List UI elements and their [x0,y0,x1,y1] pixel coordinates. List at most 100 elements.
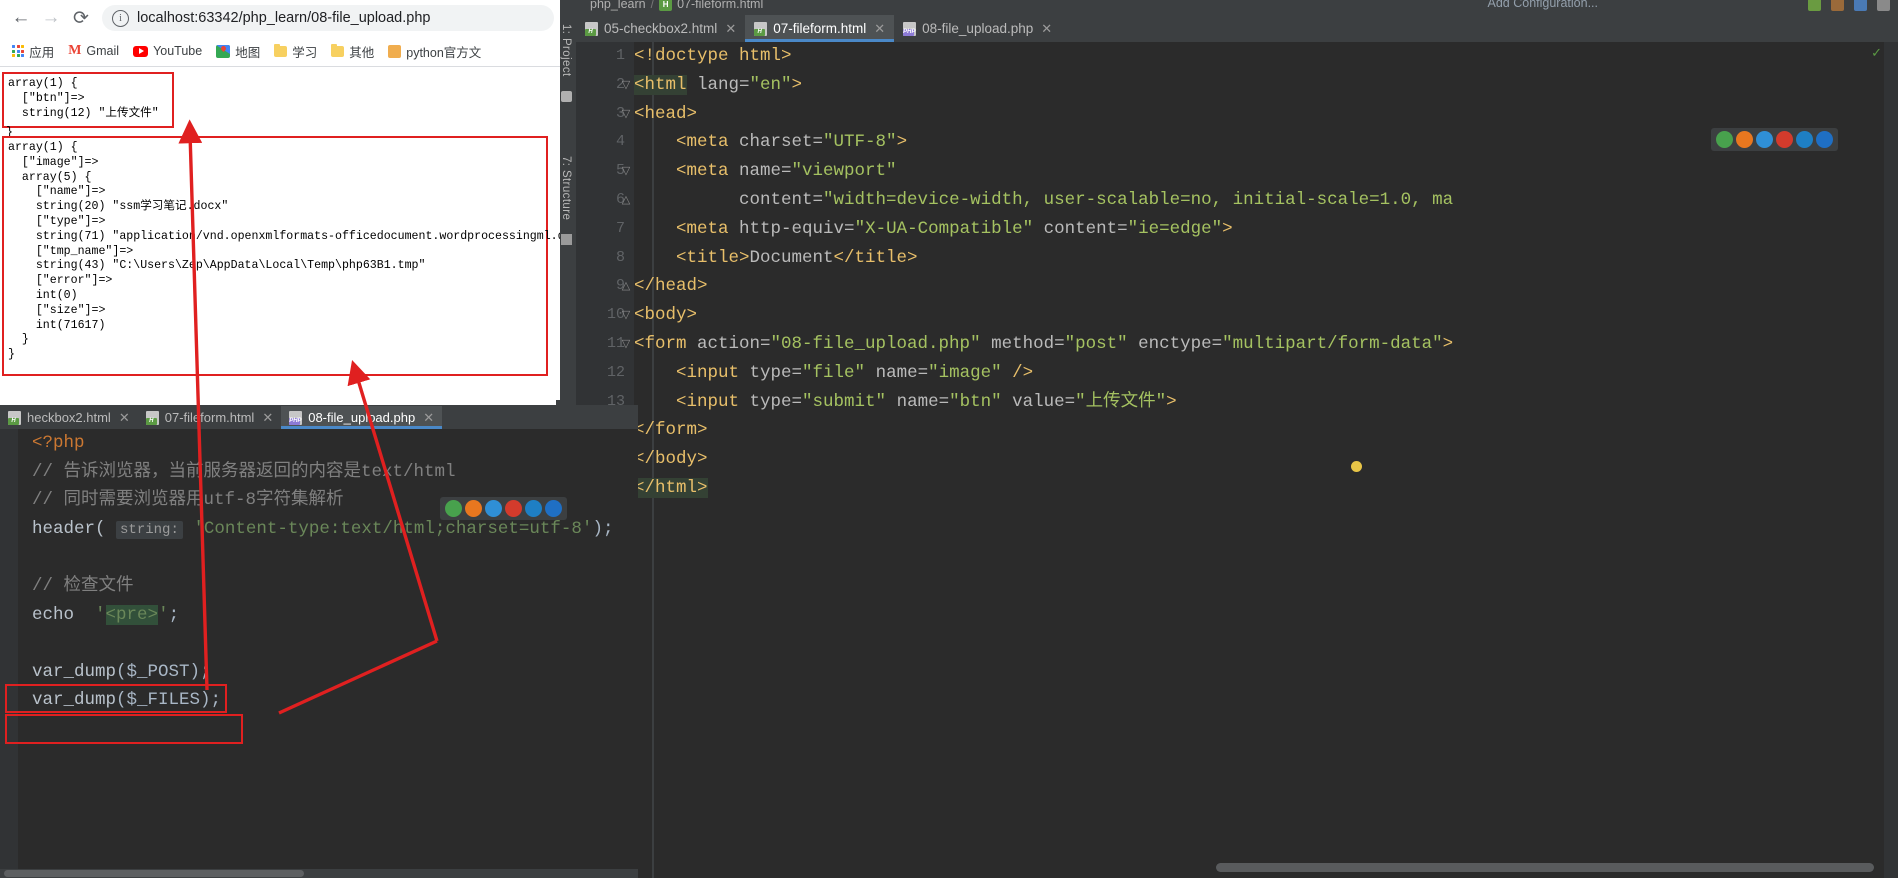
code-line[interactable]: content="width=device-width, user-scalab… [634,186,1898,215]
tab-label: 07-fileform.html [164,410,255,425]
php-code-line[interactable]: echo '<pre>'; [18,601,638,630]
opera-icon[interactable] [1776,131,1793,148]
bookmark-item-0[interactable]: 应用 [6,39,60,64]
files-dump-text: array(1) { ["image"]=> array(5) { ["name… [8,141,560,362]
bookmark-label: 学习 [292,45,318,60]
code-line[interactable]: <meta charset="UTF-8"> [634,128,1898,157]
code-fold-icon[interactable]: ▽ [620,330,632,359]
code-line[interactable]: <html lang="en"> [634,71,1898,100]
editor-tab-bar: H 05-checkbox2.html ✕ H 07-fileform.html ✕ PHP… [576,14,1898,42]
code-fold-icon[interactable]: △ [620,272,632,301]
code-line[interactable]: <title>Document</title> [634,244,1898,273]
code-line[interactable]: </html> [634,474,1898,503]
firefox-icon[interactable] [465,500,482,517]
add-configuration-button[interactable]: Add Configuration... [1488,0,1599,10]
chrome-browser-window: ← → ⟳ i localhost:63342/php_learn/08-fil… [0,0,560,400]
ie-icon[interactable] [545,500,562,517]
address-bar[interactable]: i localhost:63342/php_learn/08-file_uplo… [102,5,554,31]
run-icon[interactable] [1808,0,1821,11]
php-code-editor[interactable]: <?php// 告诉浏览器，当前服务器返回的内容是text/html// 同时需… [0,429,638,878]
bookmark-item-5[interactable]: 其他 [325,39,380,64]
editor-tab-0[interactable]: H 05-checkbox2.html ✕ [576,15,745,42]
tab-label: 07-fileform.html [773,21,867,36]
code-fold-icon[interactable]: ▽ [620,301,632,330]
php-gutter [0,429,18,878]
debug-icon[interactable] [1831,0,1844,11]
code-line[interactable]: </body> [634,445,1898,474]
forward-icon[interactable]: → [36,3,66,33]
intention-bulb-icon[interactable] [1351,461,1362,472]
bookmark-label: 其他 [349,45,375,60]
code-fold-icon[interactable]: ▽ [620,100,632,129]
back-icon[interactable]: ← [6,3,36,33]
editor-tab-0[interactable]: Hheckbox2.html ✕ [0,406,138,429]
code-fold-icon[interactable]: △ [620,186,632,215]
code-line[interactable]: </form> [634,416,1898,445]
code-editor[interactable]: 1 2 3 4 5 6 7 8 9 10 11 12 13 <!doctype html> <html l… [576,42,1898,878]
code-line[interactable]: <form action="08-file_upload.php" method… [634,330,1898,359]
safari-icon[interactable] [485,500,502,517]
close-icon[interactable]: ✕ [119,410,130,426]
code-line[interactable]: <head> [634,100,1898,129]
code-line[interactable]: <meta name="viewport" [634,157,1898,186]
code-line[interactable]: <!doctype html> [634,42,1898,71]
close-icon[interactable]: ✕ [262,410,273,426]
site-info-icon[interactable]: i [112,9,129,27]
bookmark-item-1[interactable]: M Gmail [62,40,125,62]
bookmark-item-3[interactable]: 地图 [210,39,266,64]
code-line[interactable]: <input type="file" name="image" /> [634,359,1898,388]
code-fold-icon[interactable]: ▽ [620,71,632,100]
file-type-icon: PHP [289,410,303,425]
code-line[interactable]: </head> [634,272,1898,301]
edge-icon[interactable] [525,500,542,517]
tool-structure-label[interactable]: 7: Structure [560,156,572,220]
php-code-line[interactable]: // 检查文件 [18,572,638,601]
tool-project-label[interactable]: 1: Project [560,24,572,77]
editor-tab-2[interactable]: PHP 08-file_upload.php ✕ [894,15,1061,42]
editor-tab-1[interactable]: H 07-fileform.html ✕ [138,406,281,429]
youtube-icon [133,45,149,57]
php-code-line[interactable]: var_dump($_POST); [18,658,638,687]
breadcrumb-project[interactable]: php_learn [590,0,646,11]
code-content[interactable]: <!doctype html> <html lang="en"> <head> <m… [634,42,1898,878]
php-browser-preview-strip [440,497,567,520]
editor-marker-gutter[interactable] [1884,42,1898,878]
bookmark-item-2[interactable]: YouTube [127,41,208,61]
reload-icon[interactable]: ⟳ [66,3,96,33]
ie-icon[interactable] [1816,131,1833,148]
bookmark-item-4[interactable]: 学习 [268,39,323,64]
chrome-icon[interactable] [445,500,462,517]
folder-icon[interactable] [560,90,572,102]
settings-icon[interactable] [1877,0,1890,11]
editor-tab-1[interactable]: H 07-fileform.html ✕ [745,15,895,42]
php-code-line[interactable] [18,629,638,658]
code-line[interactable]: <meta http-equiv="X-UA-Compatible" conte… [634,215,1898,244]
close-icon[interactable]: ✕ [874,21,885,37]
editor-tab-2[interactable]: PHP 08-file_upload.php ✕ [281,406,443,429]
structure-icon[interactable] [560,233,572,245]
file-type-icon: H [8,410,21,425]
code-line[interactable]: <input type="submit" name="btn" value="上… [634,388,1898,417]
var-dump-files-highlight-box [5,714,243,744]
chrome-icon[interactable] [1716,131,1733,148]
php-horizontal-scrollbar[interactable] [0,869,638,878]
breadcrumb-file[interactable]: 07-fileform.html [677,0,763,11]
html-file-icon: H [659,0,673,11]
firefox-icon[interactable] [1736,131,1753,148]
code-line[interactable]: <body> [634,301,1898,330]
php-code-line[interactable]: // 告诉浏览器，当前服务器返回的内容是text/html [18,458,638,487]
bookmark-label: 应用 [29,45,55,60]
close-icon[interactable]: ✕ [1041,21,1052,37]
php-code-line[interactable] [18,543,638,572]
search-icon[interactable] [1854,0,1867,11]
code-fold-icon[interactable]: ▽ [620,157,632,186]
close-icon[interactable]: ✕ [423,410,434,426]
safari-icon[interactable] [1756,131,1773,148]
horizontal-scrollbar[interactable] [1216,863,1874,872]
opera-icon[interactable] [505,500,522,517]
close-icon[interactable]: ✕ [725,21,736,37]
inspection-ok-icon: ✓ [1871,45,1882,60]
bookmark-item-6[interactable]: python官方文 [382,39,487,64]
php-code-line[interactable]: <?php [18,429,638,458]
edge-icon[interactable] [1796,131,1813,148]
